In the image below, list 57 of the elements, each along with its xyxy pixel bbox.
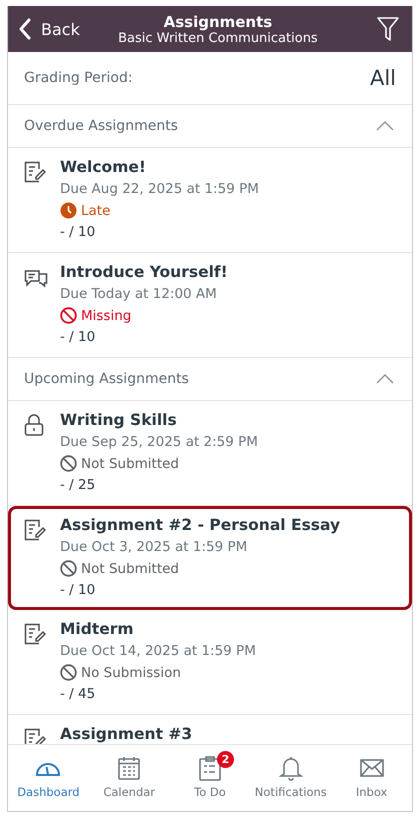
tab-bar-item[interactable]: Calendar xyxy=(88,745,170,811)
submission-status: Missing xyxy=(81,308,132,324)
submission-status: No Submission xyxy=(81,664,181,680)
points: - / 10 xyxy=(60,582,96,598)
count-badge: 2 xyxy=(216,751,234,768)
assignment-title: Welcome! xyxy=(60,158,147,176)
assignment-title: Introduce Yourself! xyxy=(60,263,228,281)
prohibited-icon xyxy=(60,664,77,681)
assignment-title: Assignment #3 xyxy=(60,725,192,743)
assignment-icon xyxy=(24,728,46,744)
assignment-row[interactable]: Welcome! Due Aug 22, 2025 at 1:59 PM Late - / 10 xyxy=(8,148,412,253)
back-button[interactable]: Back xyxy=(18,18,80,40)
tab-bar-item[interactable]: Notifications xyxy=(250,745,332,811)
assignment-title: Writing Skills xyxy=(60,411,178,429)
prohibited-icon xyxy=(60,455,77,472)
grading-period-label: Grading Period: xyxy=(24,70,133,86)
tab-bar-item[interactable]: 2 To Do xyxy=(170,745,250,811)
lock-icon xyxy=(24,414,44,436)
prohibited-icon xyxy=(60,560,77,577)
filter-icon[interactable] xyxy=(376,16,400,42)
clock-icon xyxy=(60,202,77,219)
tab-bar-item[interactable]: Dashboard xyxy=(8,745,89,811)
submission-status: Late xyxy=(81,202,110,218)
assignment-icon xyxy=(24,519,46,541)
submission-status: Not Submitted xyxy=(81,560,180,576)
highlighted-assignment-row[interactable]: Assignment #2 - Personal Essay Due Oct 3, 2025 at 1:59 PM Not Submitted - / 10 xyxy=(8,506,412,610)
due-date: Due Aug 22, 2025 at 1:59 PM xyxy=(60,181,259,197)
points: - / 10 xyxy=(60,329,96,345)
assignment-icon xyxy=(24,161,46,183)
points: - / 25 xyxy=(60,477,96,493)
due-date: Due Oct 14, 2025 at 1:59 PM xyxy=(60,643,256,659)
section-header[interactable]: Overdue Assignments xyxy=(8,105,412,148)
envelope-icon xyxy=(360,759,384,777)
assignment-row[interactable]: Writing Skills Due Sep 25, 2025 at 2:59 PM Not Submitted - / 25 xyxy=(8,401,412,506)
due-date: Due Sep 25, 2025 at 2:59 PM xyxy=(60,434,258,450)
grading-period-value[interactable]: All xyxy=(370,66,396,90)
assignment-icon xyxy=(24,623,46,645)
due-date: Due Today at 12:00 AM xyxy=(60,286,218,302)
clipboard-icon xyxy=(198,756,221,780)
due-date: Due Oct 3, 2025 at 1:59 PM xyxy=(60,539,248,555)
course-subtitle: Basic Written Communications xyxy=(118,30,318,46)
assignment-row[interactable]: Introduce Yourself! Due Today at 12:00 AM Missing - / 10 xyxy=(8,253,412,358)
chevron-left-icon xyxy=(18,18,32,40)
assignment-title: Midterm xyxy=(60,620,135,638)
points: - / 45 xyxy=(60,686,96,702)
bell-icon xyxy=(278,755,303,781)
section-title: Overdue Assignments xyxy=(24,118,178,134)
assignment-title: Assignment #2 - Personal Essay xyxy=(60,516,340,534)
calendar-icon xyxy=(118,756,140,780)
section-header[interactable]: Upcoming Assignments xyxy=(8,358,412,401)
points: - / 10 xyxy=(60,224,96,240)
assignment-row[interactable]: Midterm Due Oct 14, 2025 at 1:59 PM No Submission - / 45 xyxy=(8,610,412,715)
prohibited-icon xyxy=(60,307,77,324)
submission-status: Not Submitted xyxy=(81,456,180,472)
screen-title: Assignments xyxy=(164,12,272,30)
tab-bar-item[interactable]: Inbox xyxy=(331,745,412,811)
section-title: Upcoming Assignments xyxy=(24,371,189,387)
